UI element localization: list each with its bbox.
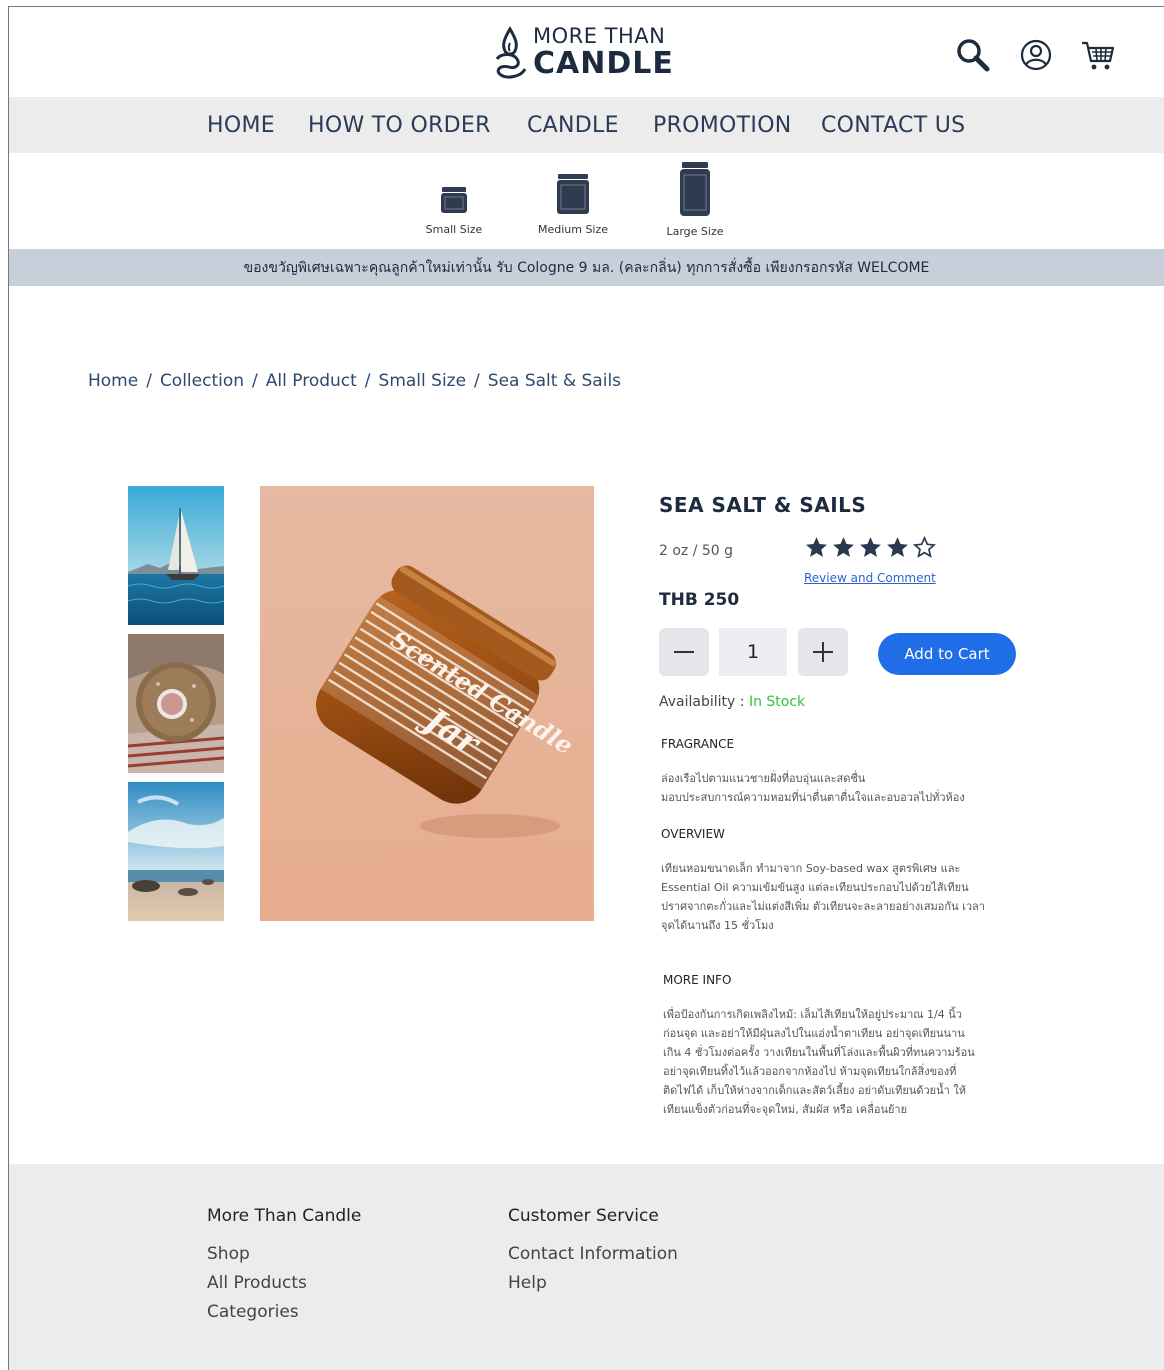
more-info-line: ก่อนจุด และอย่าให้มีฝุ่นลงไปในแอ่งน้ำตาเ…: [663, 1027, 965, 1040]
main-nav: HOME HOW TO ORDER CANDLE PROMOTION CONTA…: [9, 97, 1164, 153]
minus-icon: [674, 651, 694, 653]
footer-col-service: Customer Service Contact Information Hel…: [508, 1206, 678, 1298]
availability: Availability : In Stock: [659, 694, 805, 710]
beach-image: [128, 782, 224, 921]
breadcrumb-current: Sea Salt & Sails: [487, 371, 622, 391]
overview-text: เทียนหอมขนาดเล็ก ทำมาจาก Soy-based wax ส…: [661, 859, 991, 935]
sailboat-image: [128, 486, 224, 625]
small-jar-icon: [441, 187, 467, 213]
breadcrumb: Home / Collection / All Product / Small …: [88, 371, 621, 391]
footer-service-heading: Customer Service: [508, 1206, 659, 1226]
overview-line: เทียนหอมขนาดเล็ก ทำมาจาก Soy-based wax ส…: [661, 862, 961, 875]
star-filled-icon: [860, 537, 881, 557]
more-info-line: เกิน 4 ชั่วโมงต่อครั้ง วางเทียนในพื้นที่…: [663, 1046, 975, 1059]
size-medium-label: Medium Size: [537, 223, 609, 236]
fragrance-line: ล่องเรือไปตามแนวชายฝั่งที่อบอุ่นและสดชื่…: [661, 772, 866, 785]
increase-quantity-button[interactable]: [798, 628, 848, 676]
overview-line: ปราศจากตะกั่วและไม่แต่งสีเพิ่ม ตัวเทียนจ…: [661, 900, 985, 913]
footer-col-brand: More Than Candle Shop All Products Categ…: [207, 1206, 361, 1327]
footer-link-shop[interactable]: Shop: [207, 1240, 361, 1269]
more-info-line: อย่าจุดเทียนทิ้งไว้แล้วออกจากห้องไป ห้าม…: [663, 1065, 957, 1078]
overview-heading: OVERVIEW: [661, 827, 725, 841]
breadcrumb-separator: /: [146, 371, 152, 391]
footer: More Than Candle Shop All Products Categ…: [9, 1164, 1164, 1370]
thumbnail-sailboat[interactable]: [128, 486, 224, 625]
product-weight: 2 oz / 50 g: [659, 543, 734, 559]
fragrance-line: มอบประสบการณ์ความหอมที่น่าตื่นตาตื่นใจแล…: [661, 791, 965, 804]
star-filled-icon: [833, 537, 854, 557]
medium-jar-icon: [557, 174, 589, 214]
footer-brand-heading: More Than Candle: [207, 1206, 362, 1226]
footer-link-all-products[interactable]: All Products: [207, 1269, 361, 1298]
main-product-image: Scented Candle Jar: [260, 486, 594, 921]
size-selector: Small Size Medium Size Large Size: [9, 153, 1164, 249]
breadcrumb-small-size[interactable]: Small Size: [379, 371, 467, 391]
plus-icon: [813, 642, 833, 662]
overview-line: Essential Oil ความเข้มข้นสูง แต่ละเทียนป…: [661, 881, 969, 894]
sea-salt-image: [128, 634, 224, 773]
nav-how-to-order[interactable]: HOW TO ORDER: [308, 113, 491, 138]
thumbnail-sea-salt[interactable]: [128, 634, 224, 773]
overview-line: จุดได้นานถึง 15 ชั่วโมง: [661, 919, 774, 932]
cart-icon[interactable]: [1080, 37, 1116, 73]
nav-promotion[interactable]: PROMOTION: [653, 113, 792, 138]
nav-candle[interactable]: CANDLE: [527, 113, 619, 138]
more-info-line: เพื่อป้องกันการเกิดเพลิงไหม้: เล็มไส้เที…: [663, 1008, 962, 1021]
large-jar-icon: [680, 162, 710, 216]
more-info-text: เพื่อป้องกันการเกิดเพลิงไหม้: เล็มไส้เที…: [663, 1005, 993, 1119]
logo-line-1: MORE THAN: [533, 23, 666, 48]
candle-jar-image: Scented Candle Jar: [260, 486, 594, 921]
star-filled-icon: [806, 537, 827, 557]
availability-label: Availability :: [659, 694, 745, 710]
size-large-label: Large Size: [666, 225, 724, 238]
availability-status: In Stock: [748, 694, 806, 710]
size-medium[interactable]: Medium Size: [533, 173, 613, 236]
size-small-label: Small Size: [425, 223, 483, 236]
more-info-heading: MORE INFO: [663, 973, 732, 987]
footer-link-categories[interactable]: Categories: [207, 1298, 361, 1327]
promo-text: ของขวัญพิเศษเฉพาะคุณลูกค้าใหม่เท่านั้น ร…: [243, 259, 930, 276]
fragrance-text: ล่องเรือไปตามแนวชายฝั่งที่อบอุ่นและสดชื่…: [661, 769, 991, 807]
logo-line-2: CANDLE: [533, 45, 674, 81]
promo-banner: ของขวัญพิเศษเฉพาะคุณลูกค้าใหม่เท่านั้น ร…: [9, 249, 1164, 286]
nav-contact-us[interactable]: CONTACT US: [821, 113, 965, 138]
search-icon[interactable]: [955, 37, 991, 73]
footer-link-contact-information[interactable]: Contact Information: [508, 1240, 678, 1269]
star-rating: [804, 535, 937, 560]
add-to-cart-button[interactable]: Add to Cart: [878, 633, 1016, 675]
account-icon[interactable]: [1018, 37, 1054, 73]
decrease-quantity-button[interactable]: [659, 628, 709, 676]
footer-link-help[interactable]: Help: [508, 1269, 678, 1298]
thumbnail-beach[interactable]: [128, 782, 224, 921]
product-title: SEA SALT & SAILS: [659, 493, 867, 517]
size-large[interactable]: Large Size: [659, 161, 731, 238]
review-link[interactable]: Review and Comment: [804, 571, 936, 585]
more-info-line: เทียนแข็งตัวก่อนที่จะจุดใหม่, สัมผัส หรื…: [663, 1103, 908, 1116]
breadcrumb-all-product[interactable]: All Product: [266, 371, 357, 391]
star-filled-icon: [887, 537, 908, 557]
more-info-line: ติดไฟได้ เก็บให้ห่างจากเด็กและสัตว์เลี้ย…: [663, 1084, 966, 1097]
breadcrumb-collection[interactable]: Collection: [160, 371, 244, 391]
breadcrumb-separator: /: [364, 371, 371, 391]
breadcrumb-separator: /: [474, 371, 480, 391]
product-price: THB 250: [659, 590, 740, 610]
product-info: SEA SALT & SAILS 2 oz / 50 g Review and …: [659, 493, 1016, 1116]
breadcrumb-separator: /: [252, 371, 258, 391]
logo[interactable]: MORE THAN CANDLE: [491, 25, 674, 79]
candle-logo-icon: [495, 26, 527, 79]
quantity-field[interactable]: 1: [719, 628, 787, 676]
star-empty-icon: [912, 535, 937, 558]
nav-home[interactable]: HOME: [207, 113, 275, 138]
fragrance-heading: FRAGRANCE: [661, 737, 735, 751]
header: MORE THAN CANDLE: [9, 7, 1164, 97]
page-frame: MORE THAN CANDLE HOME HOW TO ORDER CANDL…: [8, 6, 1164, 1370]
breadcrumb-home[interactable]: Home: [88, 371, 138, 391]
size-small[interactable]: Small Size: [419, 185, 489, 236]
